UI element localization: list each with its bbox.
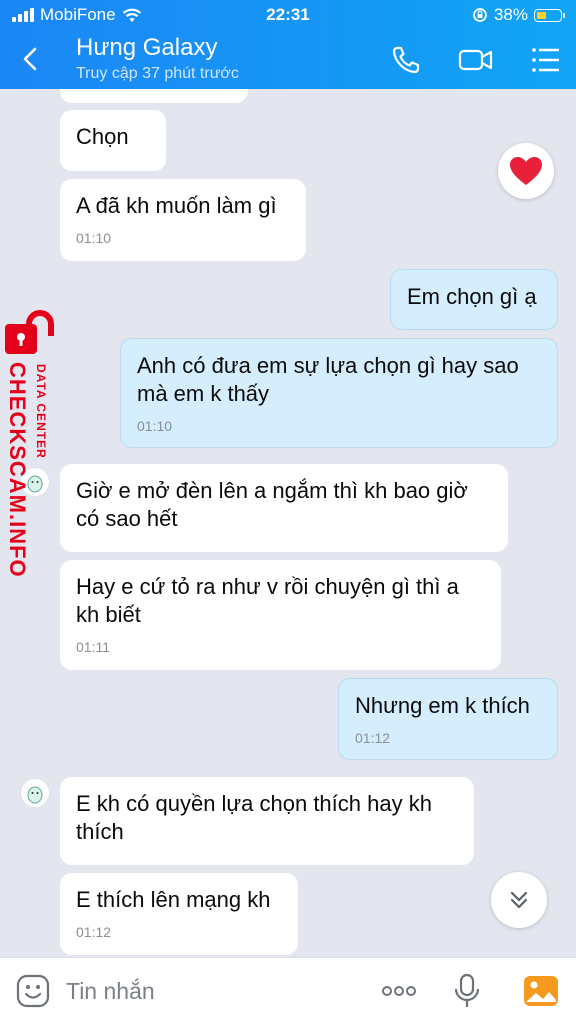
message-bubble-incoming[interactable]: Chọn [60, 110, 166, 171]
more-options-button[interactable] [380, 972, 418, 1010]
message-bubble-incoming[interactable]: Giờ e mở đèn lên a ngắm thì kh bao giờ c… [60, 464, 508, 552]
double-chevron-down-icon [510, 891, 528, 909]
message-bubble-partial [60, 89, 248, 103]
gallery-button[interactable] [522, 972, 560, 1010]
watermark-lock-icon [5, 310, 54, 354]
scroll-to-bottom-button[interactable] [491, 872, 547, 928]
message-bubble-outgoing[interactable]: Em chọn gì ạ [390, 269, 558, 330]
message-text: E thích lên mạng kh [76, 887, 271, 912]
message-text: E kh có quyền lựa chọn thích hay kh thíc… [76, 791, 432, 844]
message-text: A đã kh muốn làm gì [76, 193, 277, 218]
message-text: Chọn [76, 124, 129, 149]
watermark-main-text: CHECKSCAM.INFO [5, 362, 30, 578]
status-right: 38% [472, 5, 565, 25]
sticker-avatar-icon [27, 786, 43, 804]
message-bubble-incoming[interactable]: Hay e cứ tỏ ra như v rồi chuyện gì thì a… [60, 560, 501, 670]
message-list[interactable]: Chọn A đã kh muốn làm gì 01:10 Em chọn g… [0, 89, 576, 957]
message-text: Giờ e mở đèn lên a ngắm thì kh bao giờ c… [76, 478, 468, 531]
message-time: 01:10 [76, 230, 112, 246]
message-time: 01:12 [76, 924, 112, 940]
chat-header: MobiFone 22:31 38% Hưng Galaxy Truy cập … [0, 0, 576, 89]
reaction-button[interactable] [498, 143, 554, 199]
message-text: Anh có đưa em sự lựa chọn gì hay sao mà … [137, 353, 519, 406]
sticker-button[interactable] [14, 972, 52, 1010]
watermark-sub-text: DATA CENTER [34, 364, 48, 459]
message-input[interactable]: Tin nhắn [66, 978, 155, 1005]
message-bubble-incoming[interactable]: E kh có quyền lựa chọn thích hay kh thíc… [60, 777, 474, 865]
message-bubble-incoming[interactable]: E thích lên mạng kh 01:12 [60, 873, 298, 955]
message-bubble-incoming[interactable]: A đã kh muốn làm gì 01:10 [60, 179, 306, 261]
menu-button[interactable] [526, 40, 566, 80]
message-bubble-outgoing[interactable]: Nhưng em k thích 01:12 [338, 678, 558, 760]
battery-percent: 38% [493, 5, 528, 24]
avatar[interactable] [20, 778, 50, 808]
contact-name[interactable]: Hưng Galaxy [76, 34, 217, 62]
message-time: 01:10 [137, 418, 173, 434]
message-time: 01:12 [355, 730, 391, 746]
video-call-button[interactable] [456, 40, 496, 80]
message-input-bar: Tin nhắn [0, 957, 576, 1024]
message-text: Nhưng em k thích [355, 693, 530, 718]
back-button[interactable] [14, 42, 48, 76]
message-bubble-outgoing[interactable]: Anh có đưa em sự lựa chọn gì hay sao mà … [120, 338, 558, 448]
heart-icon [510, 157, 542, 185]
message-text: Hay e cứ tỏ ra như v rồi chuyện gì thì a… [76, 574, 459, 627]
orientation-lock-icon [473, 8, 487, 22]
battery-icon [534, 8, 565, 22]
call-button[interactable] [386, 40, 426, 80]
contact-last-seen: Truy cập 37 phút trước [76, 65, 239, 82]
message-text: Em chọn gì ạ [407, 284, 537, 309]
message-time: 01:11 [76, 639, 110, 655]
voice-message-button[interactable] [448, 972, 486, 1010]
status-bar: MobiFone 22:31 38% [0, 0, 576, 30]
